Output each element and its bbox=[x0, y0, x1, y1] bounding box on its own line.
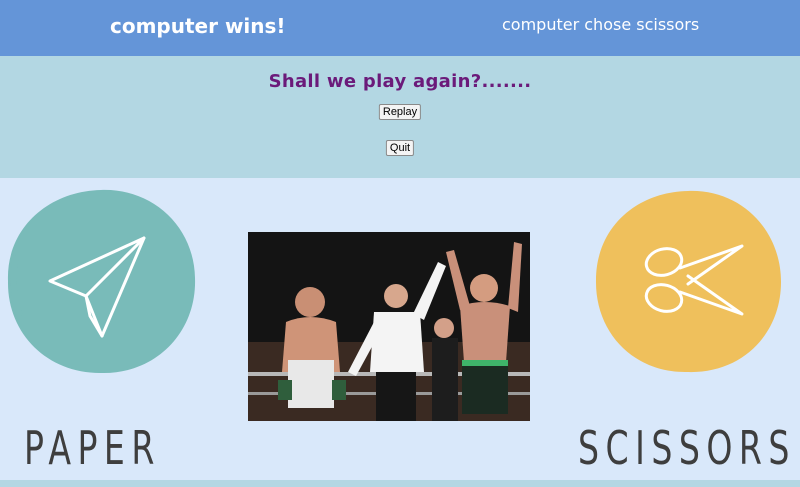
replay-button[interactable]: Replay bbox=[378, 104, 422, 120]
computer-choice-text: computer chose scissors bbox=[502, 15, 700, 34]
player-choice-label: PAPER bbox=[24, 421, 161, 475]
play-again-prompt: Shall we play again?....... bbox=[268, 71, 532, 92]
boxing-winner-photo bbox=[248, 232, 530, 421]
footer-strip bbox=[0, 480, 800, 487]
result-text: computer wins! bbox=[110, 14, 286, 38]
quit-button[interactable]: Quit bbox=[385, 140, 415, 156]
scissors-icon bbox=[595, 190, 781, 373]
result-header: computer wins! computer chose scissors bbox=[0, 0, 800, 56]
paper-plane-icon bbox=[7, 189, 196, 374]
play-again-panel: Shall we play again?....... Replay Quit bbox=[0, 56, 800, 178]
computer-choice-label: SCISSORS bbox=[578, 421, 796, 475]
game-arena: PAPER SCISSORS bbox=[0, 178, 800, 480]
